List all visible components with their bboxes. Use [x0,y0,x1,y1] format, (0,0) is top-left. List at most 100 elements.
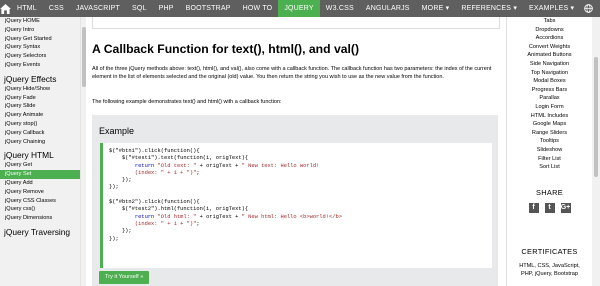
code-line: }); [109,184,492,191]
how-to-link[interactable]: Parallax [507,94,592,103]
sidebar-item[interactable]: jQuery Fade [0,94,80,103]
nav-item-how-to[interactable]: HOW TO [237,0,279,17]
top-navigation: HTML CSS JAVASCRIPT SQL PHP BOOTSTRAP HOW TO JQ… [0,0,600,17]
code-token: $("#btn1").click(function(){ [109,148,200,154]
code-line: $("#test1").text(function(i, origText){ [109,155,492,162]
nav-item-bootstrap[interactable]: BOOTSTRAP [180,0,237,17]
nav-items: HTML CSS JAVASCRIPT SQL PHP BOOTSTRAP HOW TO JQ… [11,0,455,17]
sidebar-item[interactable]: jQuery Selectors [0,52,80,61]
how-to-link[interactable]: Login Form [507,103,592,112]
how-to-link[interactable]: HTML Includes [507,112,592,121]
search-icon[interactable] [596,0,600,17]
how-to-link[interactable]: Animated Buttons [507,51,592,60]
code-block: $("#btn1").click(function(){ $("#test1")… [100,143,492,268]
sidebar-item[interactable]: jQuery Callback [0,129,80,138]
examples-menu[interactable]: EXAMPLES ▾ [523,0,580,17]
sidebar-item[interactable]: jQuery Get Started [0,35,80,44]
sidebar-item[interactable]: jQuery Chaining [0,138,80,147]
how-to-link[interactable]: Side Navigation [507,60,592,69]
code-token: (index: " + i + ")" [109,220,197,227]
facebook-icon[interactable]: f [528,202,539,213]
how-to-list: Tabs Dropdowns Accordions Convert Weights An… [507,17,592,172]
certificates-text[interactable]: HTML, CSS, JavaScript, PHP, jQuery, Boot… [507,262,592,279]
twitter-icon[interactable]: t [544,202,555,213]
code-line: $("#btn2").click(function(){ [109,199,492,206]
nav-right: REFERENCES ▾ EXAMPLES ▾ [455,0,600,17]
references-menu[interactable]: REFERENCES ▾ [455,0,523,17]
code-token: ; [196,220,200,227]
sidebar-item[interactable]: jQuery Events [0,61,80,70]
sidebar-item[interactable]: jQuery Dimensions [0,214,80,223]
code-token: $("#btn2").click(function(){ [109,199,200,206]
sidebar-item[interactable]: jQuery Hide/Show [0,85,80,94]
sidebar-item[interactable]: jQuery Syntax [0,43,80,52]
sidebar-heading: jQuery HTML [4,150,54,161]
left-sidebar: jQuery HOME jQuery Intro jQuery Get Starte… [0,17,80,286]
how-to-link[interactable]: Tabs [507,17,592,26]
sidebar-item[interactable]: jQuery CSS Classes [0,197,80,206]
nav-item-jquery[interactable]: JQUERY [278,0,320,17]
code-token: " New text: Hello world! [241,162,320,169]
how-to-link[interactable]: Convert Weights [507,43,592,52]
nav-item-more[interactable]: MORE ▾ [416,0,456,17]
how-to-link[interactable]: Dropdowns [507,26,592,35]
sidebar-item[interactable]: jQuery Animate [0,111,80,120]
how-to-link[interactable]: Modal Boxes [507,77,592,86]
sidebar-item[interactable]: jQuery Set [0,170,80,179]
code-token: }); [109,184,119,191]
certificates-line: HTML, CSS, JavaScript, [519,262,580,269]
previous-section-box [92,17,500,29]
sidebar-item[interactable]: jQuery css() [0,205,80,214]
right-sidebar: Tabs Dropdowns Accordions Convert Weights An… [507,17,592,286]
scrollbar-thumb[interactable] [594,57,598,177]
code-line: }); [109,177,492,184]
how-to-link[interactable]: Slideshow [507,146,592,155]
share-title: SHARE [536,187,563,197]
sidebar-item[interactable]: jQuery Add [0,179,80,188]
home-icon[interactable] [0,0,11,17]
how-to-link[interactable]: Progress Bars [507,86,592,95]
page-scrollbar[interactable] [592,17,600,286]
example-title: Example [99,126,135,136]
sidebar-item[interactable]: jQuery Get [0,161,80,170]
sidebar-item[interactable]: jQuery Intro [0,26,80,35]
how-to-link[interactable]: Google Maps [507,120,592,129]
globe-icon[interactable] [580,0,596,17]
certificates-title: CERTIFICATES [521,246,578,256]
nav-item-sql[interactable]: SQL [126,0,153,17]
code-token: }); [109,235,119,242]
how-to-link[interactable]: Sort List [507,163,592,172]
how-to-link[interactable]: Filter List [507,155,592,164]
code-line: $("#btn1").click(function(){ [109,148,492,155]
try-it-yourself-button[interactable]: Try it Yourself » [99,271,150,284]
nav-item-javascript[interactable]: JAVASCRIPT [70,0,126,17]
code-token: + origText + [196,162,242,169]
google-plus-icon[interactable]: G+ [560,202,571,213]
sidebar-item[interactable]: jQuery stop() [0,120,80,129]
nav-item-php[interactable]: PHP [153,0,180,17]
nav-item-css[interactable]: CSS [43,0,70,17]
how-to-link[interactable]: Range Sliders [507,129,592,138]
nav-item-w3-css[interactable]: W3.CSS [320,0,360,17]
sidebar-item[interactable]: jQuery Remove [0,188,80,197]
how-to-link[interactable]: Top Navigation [507,69,592,78]
share-icons: f t G+ [507,202,592,213]
nav-item-angularjs[interactable]: ANGULARJS [360,0,416,17]
nav-item-html[interactable]: HTML [11,0,43,17]
code-line: $("#test2").html(function(i, origText){ [109,206,492,213]
code-token: return [109,213,158,220]
code-line: (index: " + i + ")"; [109,170,492,177]
example-intro: The following example demonstrates text(… [92,99,282,105]
sidebar-item[interactable]: jQuery HOME [0,17,80,26]
code-line: }); [109,228,492,235]
code-token: "Old html: " [157,213,197,220]
sidebar-item[interactable]: jQuery Slide [0,102,80,111]
how-to-link[interactable]: Tooltips [507,137,592,146]
main-content: A Callback Function for text(), html(), … [86,17,506,286]
intro-paragraph: All of the three jQuery methods above: t… [92,66,492,81]
code-line: return "Old text: " + origText + " New t… [109,163,492,170]
code-token: }); [109,177,132,184]
code-line: }); [109,236,492,243]
how-to-link[interactable]: Accordions [507,34,592,43]
